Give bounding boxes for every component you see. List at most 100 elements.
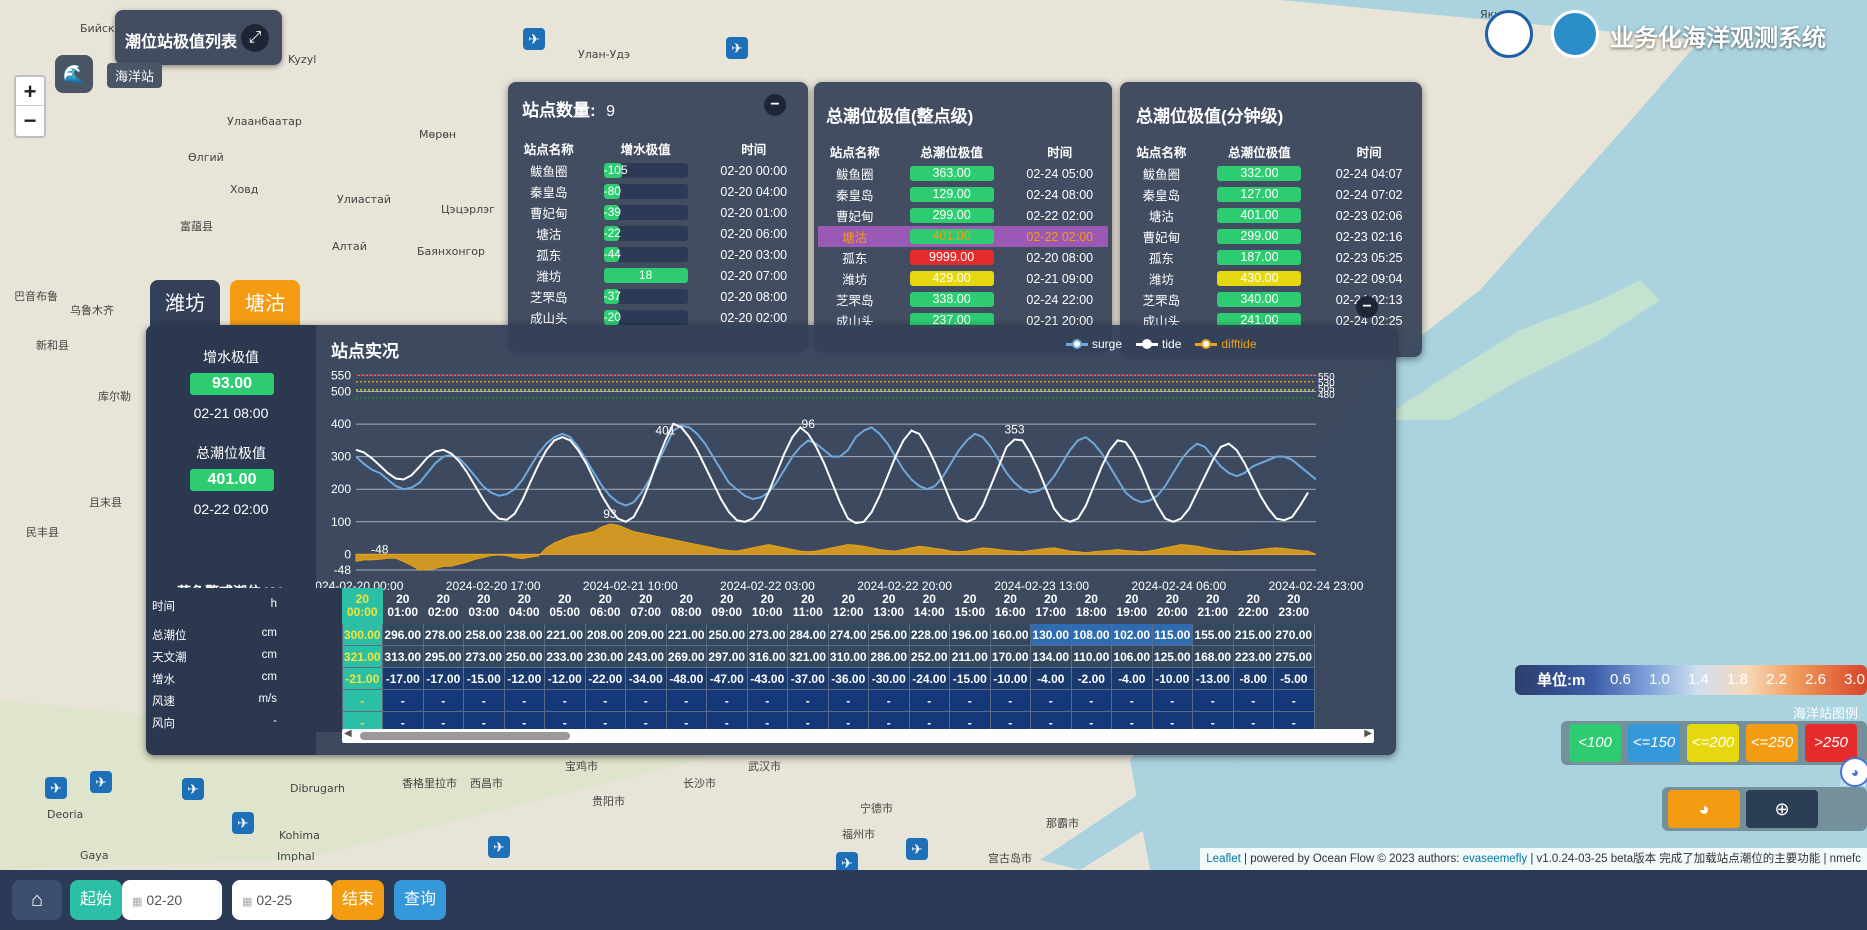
surge-row[interactable]: 曹妃甸 -39 02-20 01:00 (512, 202, 802, 223)
grid-cell[interactable]: 20 18:00 (1071, 588, 1112, 624)
grid-cell[interactable]: - (746, 689, 788, 712)
grid-cell[interactable]: 170.00 (989, 645, 1031, 668)
grid-cell[interactable]: 20 20:00 (1152, 588, 1193, 624)
grid-cell[interactable]: - (665, 689, 707, 712)
basemap-globe-button[interactable]: ⊕ (1746, 790, 1818, 828)
grid-cell[interactable]: 295.00 (422, 645, 464, 668)
grid-cell[interactable]: 20 22:00 (1233, 588, 1274, 624)
grid-cell[interactable]: 230.00 (584, 645, 626, 668)
hourly-row[interactable]: 秦皇岛 129.00 02-24 08:00 (818, 184, 1108, 205)
minute-row[interactable]: 曹妃甸 299.00 02-23 02:16 (1124, 226, 1418, 247)
grid-cell[interactable]: 20 14:00 (909, 588, 950, 624)
grid-cell[interactable]: - (422, 689, 464, 712)
grid-cell[interactable]: 256.00 (868, 623, 910, 646)
grid-cell[interactable]: 20 02:00 (423, 588, 464, 624)
airport-icon[interactable]: ✈ (836, 852, 858, 870)
grid-cell[interactable]: 20 17:00 (1031, 588, 1072, 624)
grid-cell[interactable]: 223.00 (1232, 645, 1274, 668)
grid-cell[interactable]: 168.00 (1192, 645, 1234, 668)
grid-cell[interactable]: 250.00 (706, 623, 748, 646)
grid-cell[interactable]: 106.00 (1111, 645, 1153, 668)
grid-cell[interactable]: -12.00 (544, 667, 586, 690)
grid-cell[interactable]: 286.00 (868, 645, 910, 668)
grid-cell[interactable]: 108.00 (1070, 623, 1112, 646)
end-date-input[interactable]: ▦ 02-25 (232, 880, 332, 920)
airport-icon[interactable]: ✈ (90, 771, 112, 793)
grid-cell[interactable]: 196.00 (949, 623, 991, 646)
assistant-icon[interactable]: ◕ (1840, 757, 1867, 787)
grid-cell[interactable]: 20 23:00 (1274, 588, 1315, 624)
grid-cell[interactable]: 209.00 (625, 623, 667, 646)
minute-row[interactable]: 孤东 187.00 02-23 05:25 (1124, 247, 1418, 268)
grid-cell[interactable]: 20 12:00 (828, 588, 869, 624)
grid-cell[interactable]: - (503, 689, 545, 712)
grid-cell[interactable]: -48.00 (665, 667, 707, 690)
grid-cell[interactable]: 278.00 (422, 623, 464, 646)
grid-cell[interactable]: - (949, 689, 991, 712)
grid-cell[interactable]: 160.00 (989, 623, 1031, 646)
scroll-thumb[interactable] (360, 732, 570, 740)
grid-cell[interactable]: - (463, 689, 505, 712)
grid-cell[interactable]: 321.00 (787, 645, 829, 668)
grid-cell[interactable]: -5.00 (1273, 667, 1315, 690)
grid-cell[interactable]: -12.00 (503, 667, 545, 690)
airport-icon[interactable]: ✈ (906, 838, 928, 860)
collapse-button[interactable]: − (1356, 296, 1378, 318)
grid-cell[interactable]: - (1192, 689, 1234, 712)
grid-cell[interactable]: 321.00 (341, 645, 383, 668)
minute-row[interactable]: 秦皇岛 127.00 02-24 07:02 (1124, 184, 1418, 205)
grid-cell[interactable]: - (1273, 689, 1315, 712)
grid-cell[interactable]: - (544, 689, 586, 712)
grid-cell[interactable]: - (827, 689, 869, 712)
ocean-legend-item[interactable]: <=150 (1628, 724, 1680, 762)
grid-cell[interactable]: -37.00 (787, 667, 829, 690)
surge-row[interactable]: 芝罘岛 -37 02-20 08:00 (512, 286, 802, 307)
grid-cell[interactable]: -8.00 (1232, 667, 1274, 690)
grid-cell[interactable]: 20 15:00 (950, 588, 991, 624)
grid-cell[interactable]: 233.00 (544, 645, 586, 668)
grid-cell[interactable]: - (989, 689, 1031, 712)
grid-cell[interactable]: 20 19:00 (1112, 588, 1153, 624)
scroll-left-icon[interactable]: ◀ (344, 728, 352, 739)
grid-cell[interactable]: -15.00 (463, 667, 505, 690)
start-date-input[interactable]: ▦ 02-20 (122, 880, 222, 920)
grid-cell[interactable]: - (868, 689, 910, 712)
grid-cell[interactable]: -21.00 (341, 667, 383, 690)
grid-cell[interactable]: 110.00 (1070, 645, 1112, 668)
expand-icon[interactable]: ⤢ (241, 24, 269, 52)
grid-cell[interactable]: - (1070, 689, 1112, 712)
grid-cell[interactable]: 296.00 (382, 623, 424, 646)
grid-cell[interactable]: 125.00 (1151, 645, 1193, 668)
collapse-button[interactable]: − (764, 94, 786, 116)
legend-item-difftide[interactable]: difftide (1195, 337, 1257, 351)
grid-cell[interactable]: 20 03:00 (464, 588, 505, 624)
grid-cell[interactable]: 297.00 (706, 645, 748, 668)
grid-cell[interactable]: 238.00 (503, 623, 545, 646)
grid-cell[interactable]: 20 06:00 (585, 588, 626, 624)
grid-cell[interactable]: 250.00 (503, 645, 545, 668)
basemap-satellite-button[interactable]: ◕ (1668, 790, 1740, 828)
legend-item-tide[interactable]: tide (1136, 337, 1181, 351)
grid-cell[interactable]: 134.00 (1030, 645, 1072, 668)
grid-cell[interactable]: 258.00 (463, 623, 505, 646)
legend-item-surge[interactable]: surge (1066, 337, 1122, 351)
grid-cell[interactable]: - (625, 689, 667, 712)
grid-cell[interactable]: 269.00 (665, 645, 707, 668)
grid-cell[interactable]: 300.00 (341, 623, 383, 646)
grid-cell[interactable]: -4.00 (1030, 667, 1072, 690)
hourly-row[interactable]: 塘沽 401.00 02-22 02:00 (818, 226, 1108, 247)
minute-row[interactable]: 塘沽 401.00 02-23 02:06 (1124, 205, 1418, 226)
grid-cell[interactable]: 221.00 (544, 623, 586, 646)
grid-cell[interactable]: -47.00 (706, 667, 748, 690)
surge-row[interactable]: 鲅鱼圈 -105 02-20 00:00 (512, 160, 802, 181)
grid-cell[interactable]: 115.00 (1151, 623, 1193, 646)
ocean-legend-item[interactable]: <=250 (1746, 724, 1798, 762)
grid-cell[interactable]: -10.00 (1151, 667, 1193, 690)
grid-cell[interactable]: 316.00 (746, 645, 788, 668)
grid-cell[interactable]: 130.00 (1030, 623, 1072, 646)
grid-cell[interactable]: 221.00 (665, 623, 707, 646)
grid-cell[interactable]: -17.00 (422, 667, 464, 690)
grid-cell[interactable]: - (908, 689, 950, 712)
hourly-row[interactable]: 潍坊 429.00 02-21 09:00 (818, 268, 1108, 289)
home-button[interactable]: ⌂ (12, 880, 62, 920)
